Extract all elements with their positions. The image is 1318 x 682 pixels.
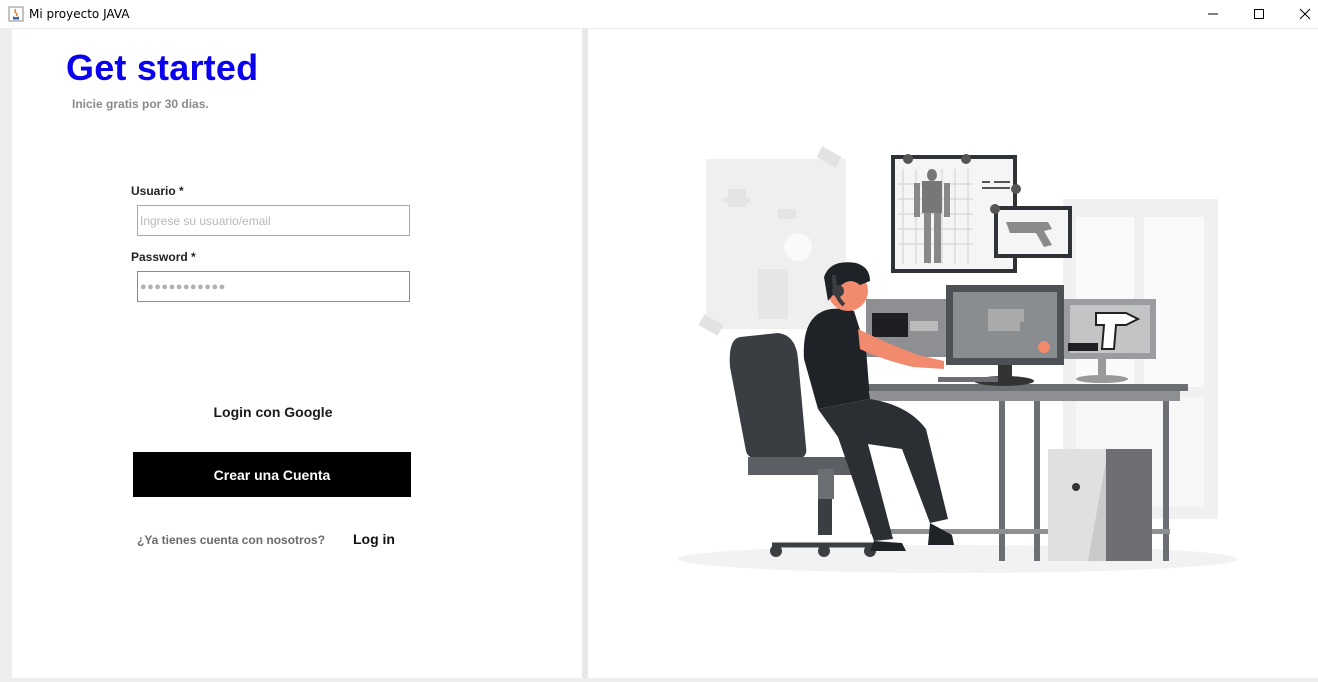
app-window: Mi proyecto JAVA Get started Inicie grat… — [0, 0, 1318, 682]
java-icon — [8, 6, 24, 22]
title-bar: Mi proyecto JAVA — [0, 0, 1318, 28]
password-value: ●●●●●●●●●●●● — [140, 280, 226, 293]
username-input[interactable]: Ingrese su usuario/email — [137, 205, 410, 236]
close-button[interactable] — [1282, 0, 1318, 28]
login-form-panel: Get started Inicie gratis por 30 dias. U… — [12, 29, 582, 678]
password-label: Password * — [131, 250, 196, 264]
username-label: Usuario * — [131, 184, 184, 198]
close-icon — [1299, 8, 1311, 20]
page-subtitle: Inicie gratis por 30 dias. — [72, 97, 209, 111]
minimize-button[interactable] — [1190, 0, 1236, 28]
maximize-button[interactable] — [1236, 0, 1282, 28]
maximize-icon — [1254, 9, 1264, 19]
gamer-developer-illustration — [678, 146, 1238, 573]
page-title: Get started — [66, 47, 259, 88]
have-account-text: ¿Ya tienes cuenta con nosotros? — [137, 533, 326, 547]
username-placeholder: Ingrese su usuario/email — [140, 213, 271, 228]
password-input[interactable]: ●●●●●●●●●●●● — [137, 271, 410, 302]
window-title: Mi proyecto JAVA — [29, 7, 130, 21]
create-account-button[interactable]: Crear una Cuenta — [133, 452, 411, 497]
login-google-button[interactable]: Login con Google — [136, 401, 410, 423]
login-link[interactable]: Log in — [353, 531, 395, 547]
illustration-panel — [588, 29, 1318, 678]
minimize-icon — [1208, 13, 1218, 15]
